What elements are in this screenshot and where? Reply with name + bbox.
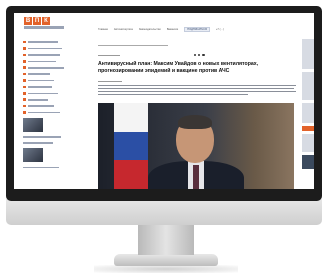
logo-letter: К (42, 17, 50, 25)
right-column (302, 39, 314, 189)
dot-icon (198, 54, 201, 57)
article-title: Антивирусный план: Максим Увайдов о новы… (98, 61, 259, 74)
bullet-icon (23, 66, 26, 70)
breadcrumb (98, 44, 168, 47)
logo-tagline (24, 26, 64, 29)
sidebar-news-thumbnail[interactable] (23, 148, 43, 163)
bullet-icon (23, 104, 26, 108)
bullet-icon (23, 111, 26, 114)
person-hair (178, 115, 212, 129)
sidebar-news-thumbnail[interactable] (23, 117, 43, 132)
monitor-screen: В П К Главная Автоэкспертиза Законодател… (14, 13, 314, 189)
nav-item[interactable]: Автоэкспертиза (114, 28, 133, 31)
bullet-icon (23, 72, 26, 76)
nav-item[interactable]: Главная (98, 28, 108, 31)
phone-number[interactable]: +7 (…) (216, 28, 224, 31)
right-promo-strip[interactable] (302, 126, 314, 131)
subscribe-button[interactable]: ПОДПИСАТЬСЯ (184, 26, 210, 32)
monitor-stand (138, 225, 194, 255)
monitor-base (114, 254, 218, 266)
article-date (98, 54, 120, 57)
nav-item[interactable]: Законодательство (139, 28, 161, 31)
article-author (98, 80, 122, 83)
bullet-icon (23, 92, 26, 95)
right-banner[interactable] (302, 39, 314, 69)
logo-letter: П (33, 17, 41, 25)
bullet-icon (23, 53, 26, 57)
article-photo (98, 103, 294, 189)
bullet-icon (23, 85, 26, 89)
logo-letter: В (24, 17, 32, 25)
bullet-icon (23, 40, 26, 44)
bullet-icon (23, 79, 26, 82)
bullet-icon (23, 47, 26, 50)
sidebar-news-text[interactable] (23, 140, 67, 146)
dot-icon (202, 54, 205, 57)
person-tie (193, 165, 199, 189)
right-banner[interactable] (302, 103, 314, 123)
nav-item[interactable]: Вакансии (167, 28, 178, 31)
monitor-shadow (94, 265, 238, 273)
share-dots[interactable] (194, 54, 205, 57)
bullet-icon (23, 60, 26, 63)
monitor-chin (6, 199, 322, 225)
sidebar-menu (23, 39, 67, 189)
article-lead (98, 85, 296, 97)
russian-flag (114, 103, 148, 189)
bullet-icon (23, 98, 26, 101)
sidebar-item[interactable] (23, 109, 67, 115)
top-nav: Главная Автоэкспертиза Законодательство … (98, 25, 224, 33)
right-banner[interactable] (302, 155, 314, 169)
right-banner[interactable] (302, 134, 314, 152)
dot-icon (194, 54, 197, 57)
sidebar-news-text[interactable] (23, 164, 67, 170)
right-banner[interactable] (302, 72, 314, 100)
